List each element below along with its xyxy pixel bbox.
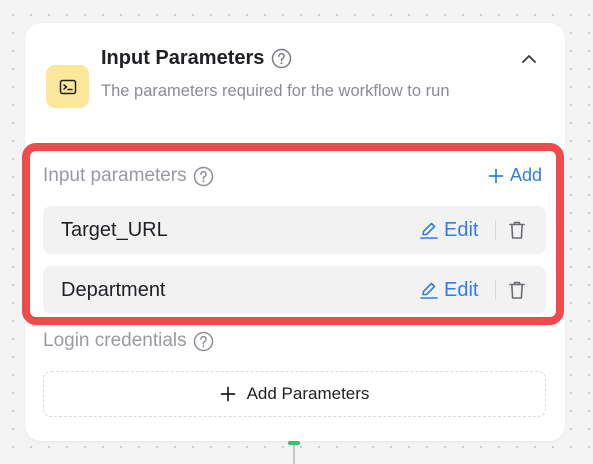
edit-button[interactable]: Edit <box>419 266 478 314</box>
delete-button[interactable] <box>508 266 526 314</box>
add-parameters-button[interactable]: Add Parameters <box>43 371 546 417</box>
connector-handle[interactable] <box>288 441 300 445</box>
title-row: Input Parameters <box>101 47 292 70</box>
plus-icon <box>220 386 235 402</box>
help-icon[interactable] <box>193 331 214 352</box>
input-parameters-label: Input parameters <box>43 165 214 187</box>
login-credentials-label: Login credentials <box>43 330 214 352</box>
collapse-button[interactable] <box>519 49 539 69</box>
pencil-icon <box>420 282 438 299</box>
divider <box>495 280 496 300</box>
add-parameter-button[interactable]: Add <box>488 165 542 186</box>
parameter-row: Target_URL Edit <box>43 206 546 254</box>
edit-button[interactable]: Edit <box>419 206 478 254</box>
delete-button[interactable] <box>508 206 526 254</box>
help-icon[interactable] <box>193 166 214 187</box>
trash-icon <box>509 281 525 299</box>
terminal-icon <box>46 65 89 108</box>
divider <box>495 220 496 240</box>
chevron-up-icon <box>522 55 536 63</box>
trash-icon <box>509 221 525 239</box>
connector-line <box>293 443 295 464</box>
card-header[interactable]: Input Parameters The parameters required… <box>25 23 565 143</box>
parameter-name: Department <box>61 279 166 301</box>
plus-icon <box>488 168 504 183</box>
help-icon[interactable] <box>271 48 292 69</box>
parameter-row: Department Edit <box>43 266 546 314</box>
card-title: Input Parameters <box>101 47 265 69</box>
pencil-icon <box>420 222 438 239</box>
card-subtitle: The parameters required for the workflow… <box>101 82 450 100</box>
parameter-name: Target_URL <box>61 219 168 241</box>
